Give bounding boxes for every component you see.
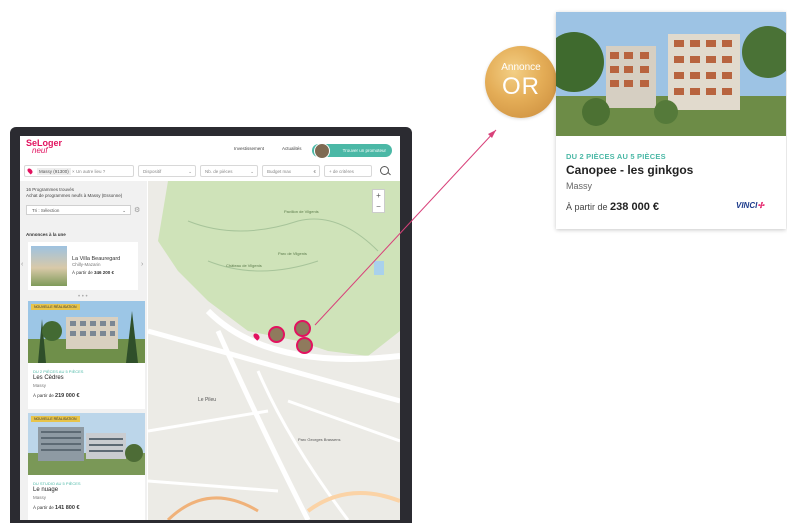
listing-photo (556, 12, 786, 136)
vinci-logo: VINCI✢ (736, 201, 765, 210)
gold-listing-badge: Annonce OR (485, 46, 557, 118)
detail-title: Canopee - les ginkgos (566, 163, 694, 177)
vinci-logo-text: VINCI (736, 201, 758, 210)
gold-badge-line2: OR (502, 73, 540, 100)
listing-detail-card[interactable]: DU 2 PIÈCES AU 5 PIÈCES Canopee - les gi… (556, 12, 786, 229)
detail-rooms: DU 2 PIÈCES AU 5 PIÈCES (566, 152, 666, 161)
detail-city: Massy (566, 181, 593, 191)
detail-price: 238 000 € (610, 201, 659, 213)
gold-badge-line1: Annonce (501, 62, 541, 73)
detail-price-prefix: À partir de (566, 202, 608, 212)
detail-price-line: À partir de 238 000 € (566, 201, 659, 213)
